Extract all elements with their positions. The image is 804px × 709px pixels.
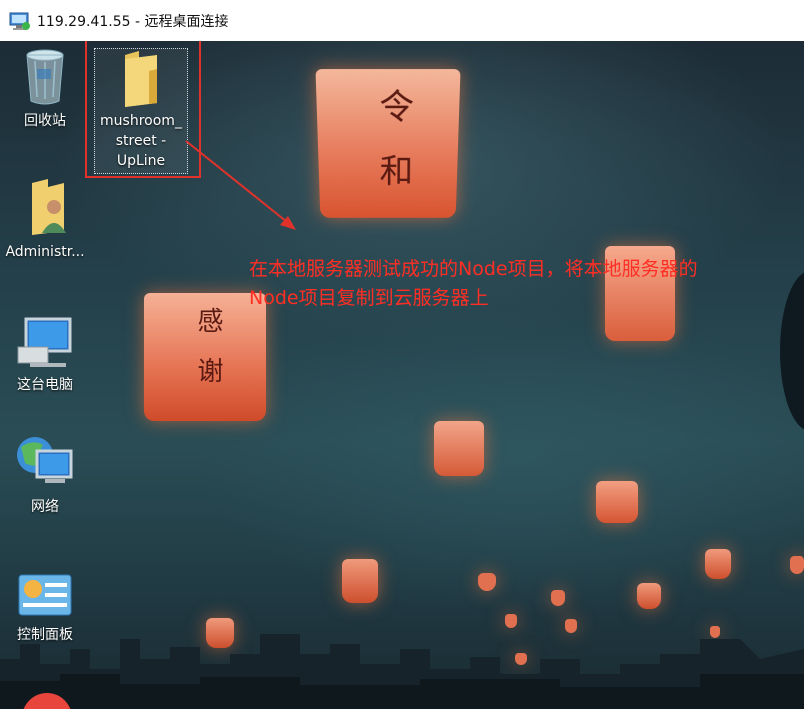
desktop-icon-mushroom-street[interactable]: mushroom_ street - UpLine [94,48,188,174]
lantern-small-5 [637,583,661,609]
desktop-icon-administrator[interactable]: Administr... [0,177,90,262]
title-bar: 119.29.41.55 - 远程桌面连接 [0,0,804,42]
desktop-icon-network[interactable]: 网络 [0,433,90,517]
network-icon [17,437,73,483]
annotation-line-1: 在本地服务器测试成功的Node项目，将本地服务器的 [249,258,698,280]
annotation-line-2: Node项目复制到云服务器上 [249,287,489,309]
user-folder-icon [32,179,66,235]
remote-desktop-icon [9,12,30,30]
lantern-small-13 [790,556,804,574]
lantern-small-3 [342,559,378,603]
window-title: 119.29.41.55 - 远程桌面连接 [37,13,229,30]
desktop-icon-recycle-bin[interactable]: 回收站 [0,47,90,131]
desktop-icon-this-pc[interactable]: 这台电脑 [0,317,90,395]
recycle-bin-icon [26,49,64,105]
computer-icon [17,317,72,367]
lantern-left: 感 谢 [144,293,266,421]
desktop-icon-label: 回收站 [24,113,66,129]
remote-desktop: 令 和 感 谢 回收站 mushroom_ street - UpLine Ad… [0,41,804,709]
lantern-text-1: 令 和 [372,88,414,197]
desktop-icon-label: 这台电脑 [17,377,73,393]
folder-icon [125,51,157,107]
lantern-small-1 [434,421,484,476]
lantern-text-2: 感 谢 [193,307,223,392]
city-skyline [0,634,804,709]
control-panel-icon [18,574,72,616]
desktop-icon-label: 控制面板 [17,627,73,643]
annotation-text: 在本地服务器测试成功的Node项目，将本地服务器的 Node项目复制到云服务器上 [249,255,801,313]
desktop-icon-label: Administr... [5,244,85,260]
lantern-small-7 [478,573,496,591]
lantern-small-2 [596,481,638,523]
desktop-icon-control-panel[interactable]: 控制面板 [0,571,90,645]
lantern-small-4 [705,549,731,579]
desktop-icon-label: 网络 [31,499,59,515]
lantern-large: 令 和 [315,69,461,218]
desktop-icon-label: mushroom_ street - UpLine [100,113,182,169]
lantern-small-8 [551,590,565,606]
